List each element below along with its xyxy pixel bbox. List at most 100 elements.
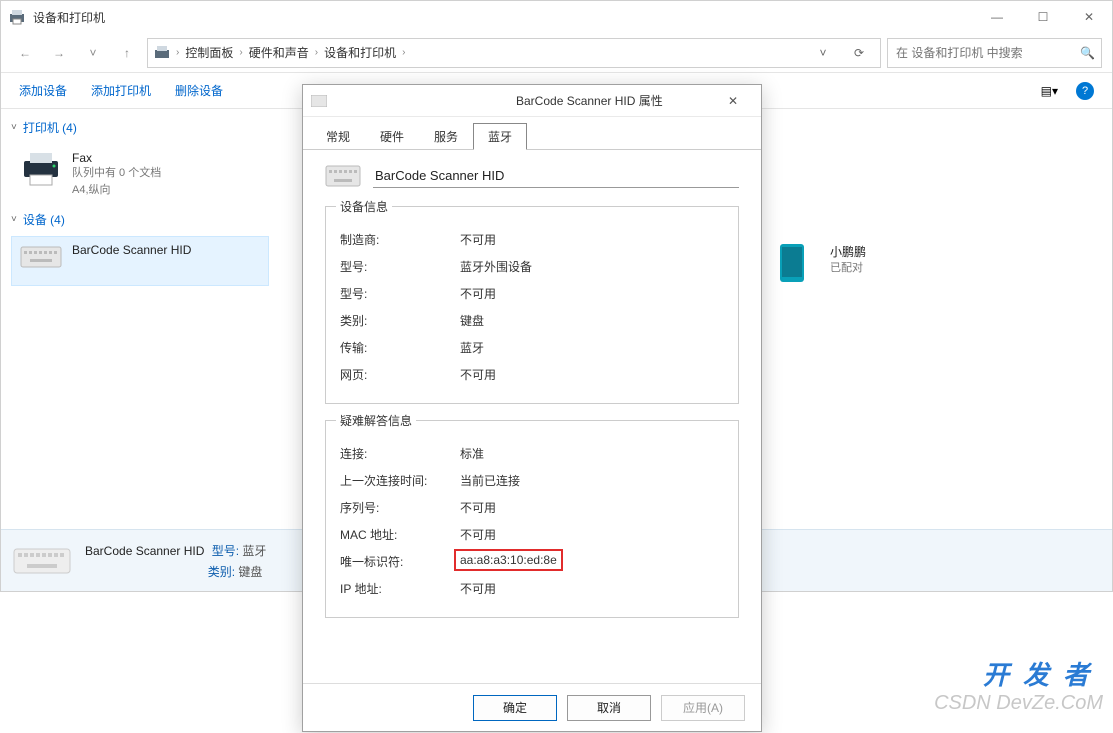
- ok-button[interactable]: 确定: [473, 695, 557, 721]
- dialog-title: BarCode Scanner HID 属性: [516, 92, 713, 109]
- dialog-body: BarCode Scanner HID 设备信息 制造商:不可用 型号:蓝牙外围…: [303, 150, 761, 683]
- add-device-button[interactable]: 添加设备: [19, 82, 67, 99]
- remove-device-button[interactable]: 删除设备: [175, 82, 223, 99]
- group-label: 打印机 (4): [23, 119, 77, 136]
- field-value: 蓝牙: [460, 339, 724, 356]
- search-input[interactable]: [894, 45, 1080, 61]
- maximize-button[interactable]: ☐: [1020, 1, 1066, 33]
- status-info: BarCode Scanner HID 型号: 蓝牙 BarCode Scann…: [85, 542, 266, 580]
- search-icon[interactable]: 🔍: [1080, 46, 1095, 60]
- status-label: 类别:: [208, 565, 235, 579]
- help-button[interactable]: ?: [1076, 82, 1094, 100]
- field-label: 型号:: [340, 258, 460, 275]
- field-value: 不可用: [460, 231, 724, 248]
- status-value: 键盘: [238, 565, 262, 579]
- device-item-barcode-scanner[interactable]: BarCode Scanner HID: [11, 236, 269, 286]
- status-device-name: BarCode Scanner HID: [85, 544, 204, 558]
- field-value: 不可用: [460, 285, 724, 302]
- field-value: 不可用: [460, 366, 724, 383]
- field-value: 键盘: [460, 312, 724, 329]
- dialog-titlebar: BarCode Scanner HID 属性 ✕: [303, 85, 761, 117]
- field-label: IP 地址:: [340, 580, 460, 597]
- device-name-field[interactable]: BarCode Scanner HID: [373, 164, 739, 188]
- breadcrumb-item[interactable]: 控制面板: [185, 44, 233, 61]
- up-button[interactable]: ↑: [113, 39, 141, 67]
- field-label: 序列号:: [340, 499, 460, 516]
- recent-dropdown[interactable]: ˅: [79, 39, 107, 67]
- troubleshoot-group: 疑难解答信息 连接:标准 上一次连接时间:当前已连接 序列号:不可用 MAC 地…: [325, 420, 739, 618]
- tab-services[interactable]: 服务: [419, 123, 473, 149]
- apply-button[interactable]: 应用(A): [661, 695, 745, 721]
- device-name: BarCode Scanner HID: [72, 243, 191, 257]
- printer-item-fax[interactable]: Fax 队列中有 0 个文档 A4,纵向: [11, 144, 269, 205]
- breadcrumb[interactable]: › 控制面板 › 硬件和声音 › 设备和打印机 › ˅ ⟳: [147, 38, 881, 68]
- chevron-down-icon[interactable]: ˅: [808, 39, 838, 67]
- titlebar: 设备和打印机 — ☐ ✕: [1, 1, 1112, 33]
- close-button[interactable]: ✕: [1066, 1, 1112, 33]
- view-options-button[interactable]: ▤▾: [1041, 84, 1058, 98]
- chevron-right-icon: ›: [402, 47, 405, 58]
- keyboard-icon: [13, 543, 71, 579]
- back-button[interactable]: ←: [11, 39, 39, 67]
- chevron-right-icon: ›: [176, 47, 179, 58]
- tab-general[interactable]: 常规: [311, 123, 365, 149]
- dialog-close-button[interactable]: ✕: [713, 86, 753, 116]
- watermark: 开发者 CSDN DevZe.CoM: [934, 655, 1103, 715]
- device-name: Fax: [72, 151, 161, 165]
- chevron-down-icon: ˅: [11, 214, 17, 225]
- breadcrumb-item[interactable]: 设备和打印机: [324, 44, 396, 61]
- field-label: 唯一标识符:: [340, 553, 460, 570]
- devices-printers-icon: [154, 45, 170, 61]
- field-value: 当前已连接: [460, 472, 724, 489]
- field-label: 网页:: [340, 366, 460, 383]
- add-printer-button[interactable]: 添加打印机: [91, 82, 151, 99]
- refresh-button[interactable]: ⟳: [844, 39, 874, 67]
- device-subtext: 已配对: [830, 260, 866, 277]
- chevron-right-icon: ›: [239, 47, 242, 58]
- field-label: 连接:: [340, 445, 460, 462]
- unique-id-highlight: aa:a8:a3:10:ed:8e: [454, 549, 563, 571]
- group-label: 设备 (4): [23, 211, 65, 228]
- group-legend: 疑难解答信息: [336, 412, 416, 429]
- field-value: aa:a8:a3:10:ed:8e: [460, 553, 724, 570]
- field-value: 蓝牙外围设备: [460, 258, 724, 275]
- watermark-line1: 开发者: [934, 655, 1103, 692]
- device-item-phone[interactable]: 小鹏鹏 已配对: [769, 236, 1027, 286]
- field-value: 不可用: [460, 499, 724, 516]
- keyboard-icon: [325, 165, 361, 187]
- chevron-right-icon: ›: [315, 47, 318, 58]
- keyboard-icon: [20, 243, 62, 279]
- tab-bluetooth[interactable]: 蓝牙: [473, 123, 527, 150]
- field-value: 不可用: [460, 580, 724, 597]
- forward-button[interactable]: →: [45, 39, 73, 67]
- cancel-button[interactable]: 取消: [567, 695, 651, 721]
- group-legend: 设备信息: [336, 198, 392, 215]
- breadcrumb-item[interactable]: 硬件和声音: [249, 44, 309, 61]
- dialog-buttons: 确定 取消 应用(A): [303, 683, 761, 731]
- field-label: 型号:: [340, 285, 460, 302]
- dialog-tabs: 常规 硬件 服务 蓝牙: [303, 117, 761, 150]
- status-value: 蓝牙: [242, 544, 266, 558]
- field-label: MAC 地址:: [340, 526, 460, 543]
- chevron-down-icon: ˅: [11, 122, 17, 133]
- device-subtext: A4,纵向: [72, 182, 161, 199]
- keyboard-icon: [311, 95, 508, 107]
- field-value: 标准: [460, 445, 724, 462]
- window-title: 设备和打印机: [33, 9, 974, 26]
- address-bar: ← → ˅ ↑ › 控制面板 › 硬件和声音 › 设备和打印机 › ˅ ⟳ 🔍: [1, 33, 1112, 73]
- properties-dialog: BarCode Scanner HID 属性 ✕ 常规 硬件 服务 蓝牙 Bar…: [302, 84, 762, 732]
- device-subtext: 队列中有 0 个文档: [72, 165, 161, 182]
- status-label: 型号:: [212, 544, 239, 558]
- tab-hardware[interactable]: 硬件: [365, 123, 419, 149]
- devices-printers-icon: [9, 9, 25, 25]
- device-info-group: 设备信息 制造商:不可用 型号:蓝牙外围设备 型号:不可用 类别:键盘 传输:蓝…: [325, 206, 739, 404]
- device-name: 小鹏鹏: [830, 243, 866, 260]
- search-box[interactable]: 🔍: [887, 38, 1102, 68]
- field-label: 上一次连接时间:: [340, 472, 460, 489]
- minimize-button[interactable]: —: [974, 1, 1020, 33]
- field-label: 传输:: [340, 339, 460, 356]
- field-label: 类别:: [340, 312, 460, 329]
- watermark-line2: CSDN DevZe.CoM: [934, 692, 1103, 715]
- phone-icon: [778, 243, 820, 279]
- field-label: 制造商:: [340, 231, 460, 248]
